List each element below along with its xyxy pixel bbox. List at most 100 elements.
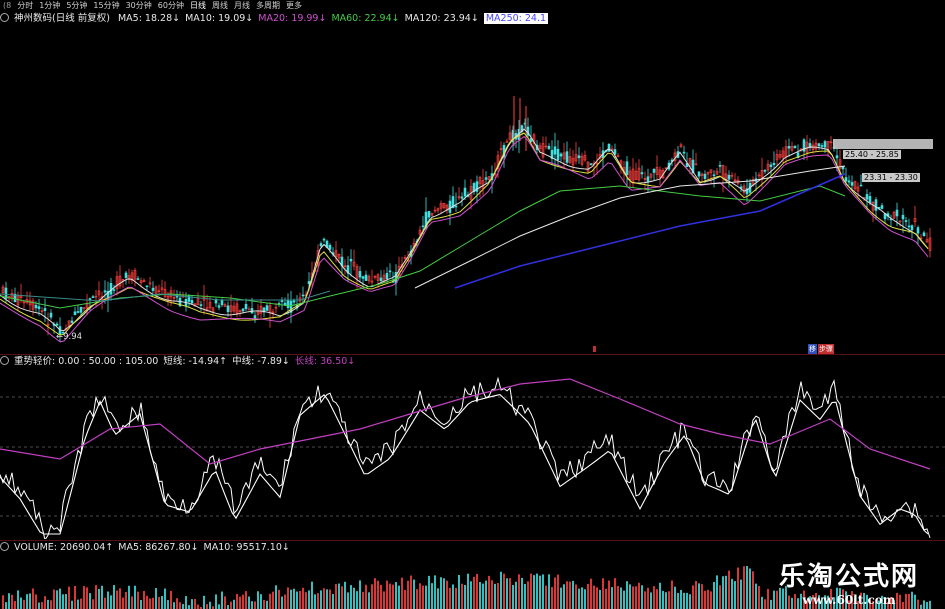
period-tab-5[interactable]: 60分钟 (155, 0, 187, 12)
candle (481, 169, 485, 196)
candle (718, 161, 722, 174)
candle (709, 169, 713, 184)
volume-bar (704, 590, 706, 609)
volume-bar (740, 579, 742, 609)
candle (658, 166, 662, 186)
volume-bar (557, 574, 559, 609)
candle (922, 230, 926, 237)
ma-indicator-4: MA120: 23.94↓ (404, 13, 479, 24)
volume-bar (317, 593, 319, 609)
volume-bar (206, 604, 208, 609)
period-tab-9[interactable]: 多周期 (253, 0, 283, 12)
candle (163, 281, 167, 299)
volume-bar (194, 598, 196, 609)
volume-bar (26, 594, 28, 609)
period-tab-4[interactable]: 30分钟 (123, 0, 155, 12)
volume-bar (728, 570, 730, 609)
volume-bar (227, 605, 229, 609)
short-line (0, 376, 931, 539)
volume-bar (542, 574, 544, 609)
volume-bar (491, 580, 493, 609)
volume-header: VOLUME: 20690.04↑ MA5: 86267.80↓ MA10: 955… (0, 541, 295, 554)
volume-bar (503, 573, 505, 609)
price-chart-pane[interactable] (0, 26, 945, 354)
volume-bar (95, 585, 97, 609)
volume-bar (719, 585, 721, 609)
volume-bar (269, 593, 271, 609)
gear-icon[interactable] (0, 13, 9, 22)
candle (97, 281, 101, 303)
watermark-text: 乐淘公式网 (778, 562, 919, 592)
candle (379, 270, 383, 283)
oscillator-pane[interactable] (0, 369, 945, 539)
candle (697, 171, 701, 180)
period-tab-0[interactable]: 分时 (14, 0, 36, 12)
volume-bar (233, 599, 235, 609)
volume-bar (563, 584, 565, 609)
volume-bar (44, 596, 46, 609)
event-marker-small[interactable] (593, 346, 596, 352)
volume-bar (749, 568, 751, 609)
candle (694, 152, 698, 166)
volume-bar (416, 589, 418, 609)
volume-bar (296, 591, 298, 609)
candle (742, 183, 746, 196)
volume-bar (125, 592, 127, 609)
long-line-value: 长线: 36.50↓ (294, 356, 356, 367)
candle (217, 302, 221, 311)
volume-bar (692, 585, 694, 609)
price-range-tag-upper: 25.40 - 25.85 (843, 150, 901, 159)
period-tab-8[interactable]: 月线 (231, 0, 253, 12)
candle (136, 276, 140, 280)
candle (547, 143, 551, 150)
volume-bar (347, 592, 349, 609)
candle (829, 135, 833, 150)
candle (448, 194, 452, 226)
candle (112, 284, 116, 294)
candle (526, 117, 530, 139)
volume-bar (518, 574, 520, 609)
volume-bar (86, 587, 88, 609)
candle (928, 228, 932, 258)
event-marker-blue[interactable]: 移 (808, 344, 817, 354)
candle (607, 143, 611, 153)
candle (40, 307, 44, 315)
candle (559, 152, 563, 162)
period-tab-3[interactable]: 15分钟 (90, 0, 122, 12)
long-line (0, 378, 931, 470)
period-tab-2[interactable]: 5分钟 (63, 0, 90, 12)
volume-bar (50, 600, 52, 609)
volume-bar (578, 588, 580, 609)
period-tab-7[interactable]: 周线 (209, 0, 231, 12)
ma20-line (0, 135, 929, 343)
volume-bar (29, 593, 31, 609)
period-tab-10[interactable]: 更多 (283, 0, 305, 12)
candle (565, 141, 569, 165)
volume-bar (506, 578, 508, 609)
candle (73, 306, 77, 316)
candle (115, 271, 119, 296)
volume-bar (497, 583, 499, 609)
candle (550, 140, 554, 166)
volume-bar (299, 590, 301, 609)
candle (700, 172, 704, 182)
oscillator-header: 重势轻价: 0.00 : 50.00 : 105.00 短线: -14.94↑ 中线… (0, 355, 360, 368)
volume-bar (674, 586, 676, 609)
volume-bar (164, 588, 166, 609)
ma5-line (0, 128, 929, 332)
period-tab-6[interactable]: 日线 (187, 0, 209, 12)
gear-icon[interactable] (0, 356, 9, 365)
volume-bar (287, 587, 289, 609)
volume-bar (14, 601, 16, 609)
candle (127, 268, 131, 284)
gear-icon[interactable] (0, 542, 9, 551)
volume-bar (404, 590, 406, 609)
event-marker-red[interactable]: 步骤 (818, 344, 834, 354)
candle (583, 150, 587, 163)
volume-bar (218, 604, 220, 609)
volume-bar (134, 585, 136, 609)
volume-bar (2, 595, 4, 609)
volume-bar (179, 602, 181, 609)
period-tab-1[interactable]: 1分钟 (36, 0, 63, 12)
candle (847, 175, 851, 186)
